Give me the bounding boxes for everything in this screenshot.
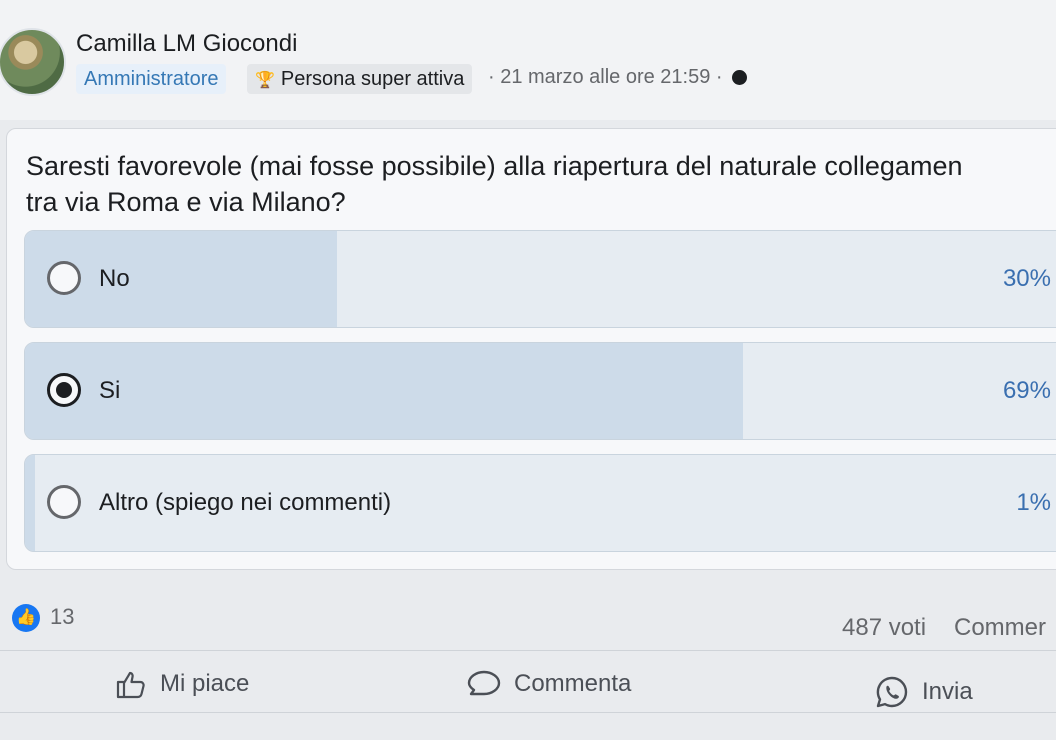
- poll-question: Saresti favorevole (mai fosse possibile)…: [26, 151, 963, 217]
- send-button[interactable]: Invia: [874, 672, 973, 712]
- admin-badge: Amministratore: [76, 64, 227, 94]
- like-button[interactable]: Mi piace: [116, 664, 249, 704]
- post-header: Camilla LM Giocondi Amministratore 🏆 Pers…: [0, 0, 1056, 120]
- poll-option-label: No: [99, 265, 130, 292]
- like-reaction-icon[interactable]: 👍: [12, 604, 40, 632]
- whatsapp-icon: [876, 676, 908, 708]
- vote-count[interactable]: 487 voti: [842, 614, 926, 642]
- thumbs-up-icon: [116, 671, 145, 699]
- avatar[interactable]: [0, 28, 66, 96]
- radio-button-selected[interactable]: [47, 373, 81, 407]
- active-member-badge: 🏆 Persona super attiva: [247, 64, 473, 94]
- globe-icon: [732, 70, 748, 85]
- comment-button-label: Commenta: [514, 670, 632, 697]
- divider: [0, 650, 1056, 651]
- comment-count-link[interactable]: Commer: [954, 614, 1046, 642]
- like-count[interactable]: 13: [50, 604, 74, 630]
- post-meta: · 21 marzo alle ore 21:59 ·: [488, 66, 748, 89]
- poll-option-percent: 69%: [1002, 377, 1051, 404]
- radio-button[interactable]: [47, 485, 81, 519]
- poll-option-label: Altro (spiego nei commenti): [99, 489, 392, 516]
- poll-fill-si: [25, 343, 743, 439]
- like-button-label: Mi piace: [160, 670, 250, 697]
- author-name[interactable]: Camilla LM Giocondi: [76, 30, 297, 58]
- poll-option-label: Si: [99, 377, 121, 404]
- poll-option-percent: 1%: [1016, 489, 1051, 516]
- active-member-label: Persona super attiva: [280, 68, 465, 90]
- timestamp[interactable]: · 21 marzo alle ore 21:59 ·: [488, 66, 723, 88]
- radio-button[interactable]: [47, 261, 81, 295]
- poll-fill-altro: [25, 455, 36, 551]
- poll-option-altro[interactable]: Altro (spiego nei commenti) 1%: [24, 454, 1056, 552]
- comment-button[interactable]: Commenta: [466, 664, 631, 704]
- divider: [0, 712, 1056, 713]
- comment-icon: [467, 670, 501, 696]
- post-stats: 👍 13 487 voti Commer: [0, 596, 1056, 646]
- poll-option-si[interactable]: Si 69%: [24, 342, 1056, 440]
- trophy-icon: 🏆: [255, 72, 275, 89]
- poll-option-percent: 30%: [1002, 265, 1051, 292]
- send-button-label: Invia: [922, 678, 973, 705]
- poll-option-no[interactable]: No 30%: [24, 230, 1056, 328]
